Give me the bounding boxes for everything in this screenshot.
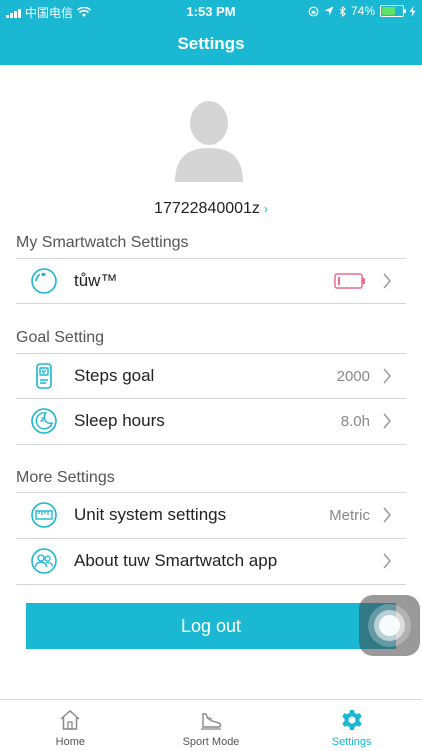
- watch-icon: [31, 268, 57, 294]
- about-app-label: About tuw Smartwatch app: [74, 551, 278, 570]
- chevron-right-icon: [383, 553, 391, 569]
- divider: [16, 303, 406, 304]
- chevron-right-icon: [383, 413, 391, 429]
- chevron-right-icon: [383, 507, 391, 523]
- username-text: 17722840001z: [154, 200, 260, 217]
- tab-home[interactable]: Home: [0, 700, 141, 751]
- steps-goal-row[interactable]: Steps goal 2000: [16, 354, 406, 398]
- status-bar: 中国电信 1:53 PM 74%: [0, 0, 422, 22]
- steps-goal-value: 2000: [336, 367, 370, 385]
- sleep-moon-icon: [31, 408, 57, 434]
- steps-icon: [36, 363, 52, 389]
- unit-system-label: Unit system settings: [74, 505, 227, 524]
- chevron-right-icon: [383, 273, 391, 289]
- section-title-goal: Goal Setting: [16, 329, 105, 346]
- chevron-right-icon: [383, 368, 391, 384]
- sleep-hours-row[interactable]: Sleep hours 8.0h: [16, 399, 406, 443]
- chevron-right-icon: ›: [263, 202, 268, 216]
- device-name: tůw™: [74, 271, 118, 290]
- ruler-icon: [31, 502, 57, 528]
- section-title-smartwatch: My Smartwatch Settings: [16, 234, 189, 251]
- logout-button[interactable]: Log out: [26, 603, 396, 649]
- tab-settings-label: Settings: [331, 736, 372, 748]
- unit-system-value: Metric: [329, 506, 370, 524]
- tab-home-label: Home: [55, 736, 85, 748]
- status-right: 74%: [308, 4, 416, 18]
- nav-bar: Settings: [0, 22, 422, 65]
- sleep-hours-value: 8.0h: [340, 412, 370, 430]
- divider: [16, 584, 406, 585]
- location-icon: [324, 6, 334, 16]
- assistive-touch-button[interactable]: [359, 595, 420, 656]
- bluetooth-icon: [339, 5, 346, 17]
- username-link[interactable]: 17722840001z ›: [0, 200, 422, 218]
- users-icon: [31, 548, 57, 574]
- smartwatch-device-row[interactable]: tůw™: [16, 259, 406, 303]
- gear-icon: [341, 710, 362, 730]
- tab-bar: Home Sport Mode Settings: [0, 699, 422, 751]
- rotation-lock-icon: [308, 6, 319, 16]
- about-app-row[interactable]: About tuw Smartwatch app: [16, 539, 406, 583]
- home-icon: [60, 709, 80, 730]
- battery-icon: [380, 5, 406, 17]
- steps-goal-label: Steps goal: [74, 366, 155, 385]
- battery-level: [382, 7, 395, 15]
- tab-sport-mode[interactable]: Sport Mode: [141, 700, 282, 751]
- divider: [16, 444, 406, 445]
- sneaker-icon: [201, 713, 222, 730]
- section-title-more: More Settings: [16, 469, 115, 486]
- tab-sport-mode-label: Sport Mode: [182, 736, 240, 748]
- avatar-icon[interactable]: [173, 100, 245, 182]
- charging-icon: [409, 5, 416, 17]
- sleep-hours-label: Sleep hours: [74, 411, 165, 430]
- battery-percent: 74%: [350, 4, 375, 18]
- tab-settings[interactable]: Settings: [281, 700, 422, 751]
- page-title: Settings: [177, 33, 245, 53]
- unit-system-row[interactable]: Unit system settings Metric: [16, 493, 406, 537]
- battery-low-icon: [334, 273, 365, 289]
